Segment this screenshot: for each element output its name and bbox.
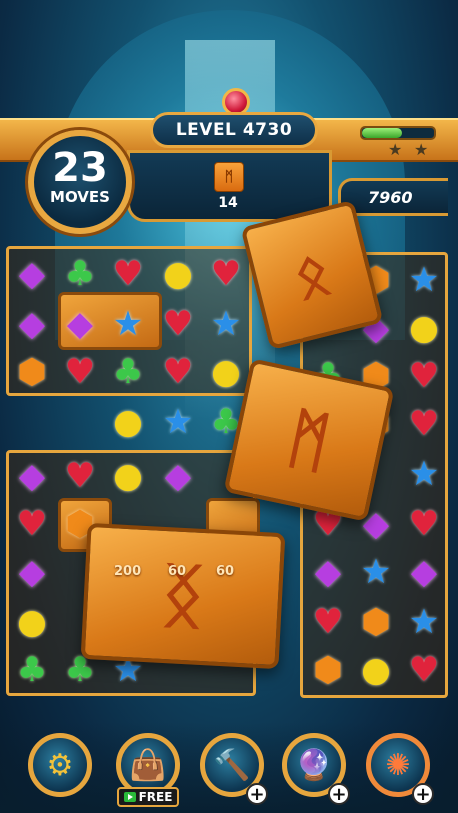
gem-red[interactable]: ♥ (154, 348, 202, 396)
rune-tile-flying: ᛝ (80, 522, 286, 670)
gem-red[interactable]: ♥ (202, 250, 250, 298)
gem-green[interactable]: ♣ (8, 646, 56, 694)
gem-yellow[interactable]: ● (400, 304, 448, 352)
gem-blue[interactable]: ★ (154, 398, 202, 446)
free-video-badge[interactable]: FREE (117, 787, 179, 807)
game-screen: LEVEL 4730 ᛗ 14 23 MOVES ★ ★ 7960 ◆ ♣ ♥ … (0, 0, 458, 813)
gem-red[interactable]: ♥ (56, 452, 104, 500)
crystal-orb-icon: 🔮 (295, 747, 333, 783)
gem-yellow[interactable]: ● (352, 646, 400, 694)
gem-yellow[interactable]: ● (104, 398, 152, 446)
moves-counter: 23 MOVES (28, 130, 132, 234)
float-score: 200 (114, 564, 142, 579)
gem-red[interactable]: ♥ (400, 352, 448, 400)
score-value: 7960 (368, 188, 413, 207)
gem-orange[interactable]: ⬢ (304, 646, 352, 694)
plus-label: + (331, 783, 347, 805)
plus-label: + (249, 783, 265, 805)
gem-blue[interactable]: ★ (400, 256, 448, 304)
score-progress-fill (362, 128, 402, 138)
gem-yellow[interactable]: ● (8, 598, 56, 646)
compass-icon: ✺ (385, 747, 411, 783)
gem-red[interactable]: ♥ (400, 500, 448, 548)
float-score: 60 (216, 564, 235, 579)
treasure-bag-icon: 👜 (129, 747, 167, 783)
play-video-icon (123, 792, 136, 802)
gem-purple[interactable]: ◆ (154, 452, 202, 500)
gem-purple[interactable]: ◆ (8, 300, 56, 348)
gem-purple[interactable]: ◆ (56, 300, 104, 348)
gem-yellow[interactable]: ● (202, 348, 250, 396)
star-icon: ★ (414, 140, 429, 159)
score-progress-bar (360, 126, 436, 140)
settings-button[interactable]: ⚙ (28, 733, 92, 797)
gem-red[interactable]: ♥ (8, 500, 56, 548)
gem-purple[interactable]: ◆ (8, 452, 56, 500)
gem-yellow[interactable]: ● (154, 250, 202, 298)
moves-label: MOVES (50, 188, 110, 206)
gem-red[interactable]: ♥ (400, 646, 448, 694)
level-title: LEVEL 4730 (150, 112, 318, 148)
add-orb-button[interactable]: + (328, 783, 350, 805)
gem-blue[interactable]: ★ (352, 548, 400, 596)
gem-orange[interactable]: ⬢ (352, 598, 400, 646)
gem-red[interactable]: ♥ (154, 300, 202, 348)
rune-tile-icon: ᛗ (214, 162, 244, 192)
hammer-icon: 🔨 (213, 747, 251, 783)
goal-count: 14 (218, 195, 238, 211)
gem-red[interactable]: ♥ (304, 598, 352, 646)
gem-red[interactable]: ♥ (400, 400, 448, 448)
gem-blue[interactable]: ★ (104, 300, 152, 348)
gem-red[interactable]: ♥ (104, 250, 152, 298)
moves-number: 23 (52, 145, 108, 191)
gear-icon: ⚙ (46, 747, 74, 783)
gem-purple[interactable]: ◆ (400, 548, 448, 596)
add-compass-button[interactable]: + (412, 783, 434, 805)
level-number: 4730 (242, 120, 293, 140)
gem-purple[interactable]: ◆ (8, 548, 56, 596)
gem-green[interactable]: ♣ (104, 348, 152, 396)
gem-orange[interactable]: ⬢ (8, 348, 56, 396)
gem-purple[interactable]: ◆ (304, 548, 352, 596)
free-label: FREE (138, 790, 173, 804)
gem-blue[interactable]: ★ (400, 598, 448, 646)
level-label: LEVEL (175, 120, 237, 140)
add-hammer-button[interactable]: + (246, 783, 268, 805)
star-icon: ★ (388, 140, 403, 159)
gem-blue[interactable]: ★ (400, 450, 448, 498)
plus-label: + (415, 783, 431, 805)
gem-red[interactable]: ♥ (56, 348, 104, 396)
gem-yellow[interactable]: ● (104, 452, 152, 500)
gem-blue[interactable]: ★ (202, 300, 250, 348)
float-score: 60 (168, 564, 187, 579)
gem-purple[interactable]: ◆ (8, 250, 56, 298)
gem-green[interactable]: ♣ (56, 250, 104, 298)
